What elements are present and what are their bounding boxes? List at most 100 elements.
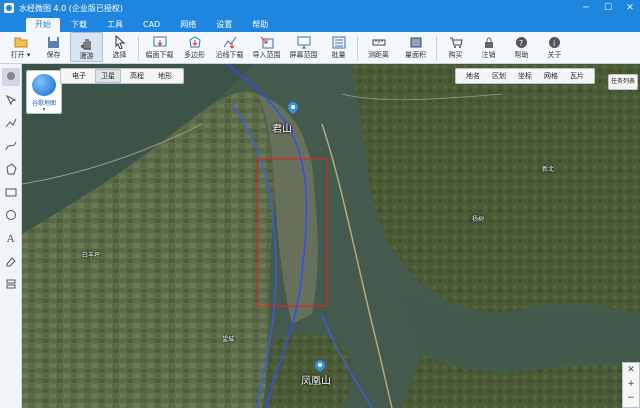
rectangle-icon: [5, 188, 16, 197]
place-label: 君山: [272, 124, 292, 135]
arrow-icon: [5, 94, 16, 106]
rectangle-tool[interactable]: [2, 183, 20, 201]
place-label: 新北: [542, 166, 555, 173]
folder-icon: [13, 35, 29, 49]
window-title: 水经微图 4.0 (企业版已授权): [19, 3, 124, 13]
frame-download-icon: [152, 35, 168, 49]
cursor-icon: [112, 35, 128, 49]
globe-icon: [32, 74, 56, 96]
curve-icon: [5, 141, 16, 151]
text-icon: A: [6, 234, 15, 244]
satellite-imagery: [22, 64, 640, 408]
map-view[interactable]: 君山 凤凰山 杨树 新北 白羊坪 望城 谷歌地图 ▾ 电子 卫星 高程 地形 地…: [22, 64, 640, 408]
lock-icon: [481, 35, 497, 49]
batch-icon: [331, 35, 347, 49]
tab-help[interactable]: 帮助: [243, 18, 277, 32]
close-button[interactable]: ✕: [624, 2, 636, 14]
screen-range-icon: [296, 35, 312, 49]
tab-network[interactable]: 网络: [171, 18, 205, 32]
help-icon: ?: [514, 35, 530, 49]
maximize-button[interactable]: ☐: [602, 2, 614, 14]
polygon-download-icon: [187, 35, 203, 49]
measure-area-button[interactable]: 量面积: [397, 32, 434, 62]
polyline-icon: [5, 118, 16, 128]
cart-icon: [448, 35, 464, 49]
save-button[interactable]: 保存: [37, 32, 70, 62]
save-icon: [46, 35, 62, 49]
place-pin-icon[interactable]: [315, 360, 325, 372]
layer-divisions[interactable]: 区划: [487, 71, 511, 81]
layer-grid[interactable]: 网格: [539, 71, 563, 81]
place-label: 望城: [222, 336, 235, 343]
svg-text:A: A: [6, 234, 15, 244]
left-toolbar: A: [0, 64, 22, 408]
select-button[interactable]: 选择: [103, 32, 136, 62]
circle-icon: [5, 210, 16, 220]
tab-tools[interactable]: 工具: [98, 18, 132, 32]
tab-download[interactable]: 下载: [62, 18, 96, 32]
tab-settings[interactable]: 设置: [207, 18, 241, 32]
toolbar-divider: [138, 35, 139, 61]
ribbon-toolbar: 打开 ▾ 保存 漫游 选择 幅面下载 多边形 沿线下载 导入范围 屏幕范围 批量…: [0, 32, 640, 64]
map-type-satellite[interactable]: 卫星: [95, 69, 121, 83]
text-tool[interactable]: A: [2, 229, 20, 247]
measure-distance-button[interactable]: 测距离: [360, 32, 397, 62]
app-logo-icon: [4, 3, 14, 13]
zoom-in-button[interactable]: +: [627, 377, 635, 391]
marker-tool[interactable]: [1, 68, 20, 86]
layer-toggles: 地名 区划 坐标 网格 瓦片: [455, 68, 595, 84]
measure-area-icon: [408, 35, 424, 49]
map-type-terrain[interactable]: 地形: [153, 70, 177, 82]
close-icon[interactable]: ✕: [627, 363, 635, 377]
tab-cad[interactable]: CAD: [134, 18, 169, 32]
info-icon: i: [547, 35, 563, 49]
line-download-button[interactable]: 沿线下载: [211, 32, 248, 62]
buy-button[interactable]: 购买: [439, 32, 472, 62]
zoom-control: ✕ + −: [622, 362, 640, 408]
arrow-tool[interactable]: [2, 91, 20, 109]
map-type-switcher: 电子 卫星 高程 地形: [60, 68, 184, 84]
line-download-icon: [222, 35, 238, 49]
pan-button[interactable]: 漫游: [70, 32, 103, 62]
logout-button[interactable]: 注销: [472, 32, 505, 62]
eraser-icon: [6, 257, 16, 267]
place-label: 凤凰山: [301, 376, 331, 387]
layer-coordinates[interactable]: 坐标: [513, 71, 537, 81]
layers-icon: [6, 279, 15, 289]
layer-placenames[interactable]: 地名: [461, 71, 485, 81]
screen-range-button[interactable]: 屏幕范围: [285, 32, 322, 62]
place-label: 白羊坪: [82, 252, 101, 259]
map-type-elevation[interactable]: 高程: [125, 70, 149, 82]
tab-start[interactable]: 开始: [26, 18, 60, 32]
place-pin-icon[interactable]: [288, 102, 298, 114]
task-list-button[interactable]: 任务列表: [608, 74, 638, 90]
polygon-icon: [5, 163, 17, 175]
zoom-out-button[interactable]: −: [627, 391, 635, 405]
polygon-download-button[interactable]: 多边形: [178, 32, 211, 62]
layer-tiles[interactable]: 瓦片: [565, 71, 589, 81]
hand-icon: [79, 36, 95, 50]
map-source-button[interactable]: 谷歌地图 ▾: [26, 70, 62, 114]
svg-text:i: i: [553, 39, 555, 48]
line-tool[interactable]: [2, 114, 20, 132]
toolbar-divider: [357, 35, 358, 61]
place-label: 杨树: [472, 216, 485, 223]
batch-button[interactable]: 批量: [322, 32, 355, 62]
svg-text:?: ?: [519, 39, 523, 48]
pin-icon: [6, 72, 15, 80]
about-button[interactable]: i 关于: [538, 32, 571, 62]
import-range-icon: [259, 35, 275, 49]
import-range-button[interactable]: 导入范围: [248, 32, 285, 62]
open-button[interactable]: 打开 ▾: [4, 32, 37, 62]
map-type-electronic[interactable]: 电子: [67, 70, 91, 82]
erase-tool[interactable]: [2, 252, 20, 270]
toolbar-divider: [436, 35, 437, 61]
curve-tool[interactable]: [2, 137, 20, 155]
minimize-button[interactable]: ─: [580, 2, 592, 14]
help-button[interactable]: ? 帮助: [505, 32, 538, 62]
frame-download-button[interactable]: 幅面下载: [141, 32, 178, 62]
polygon-tool[interactable]: [2, 160, 20, 178]
layer-tool[interactable]: [2, 275, 20, 293]
circle-tool[interactable]: [2, 206, 20, 224]
chevron-down-icon: ▾: [42, 106, 46, 113]
